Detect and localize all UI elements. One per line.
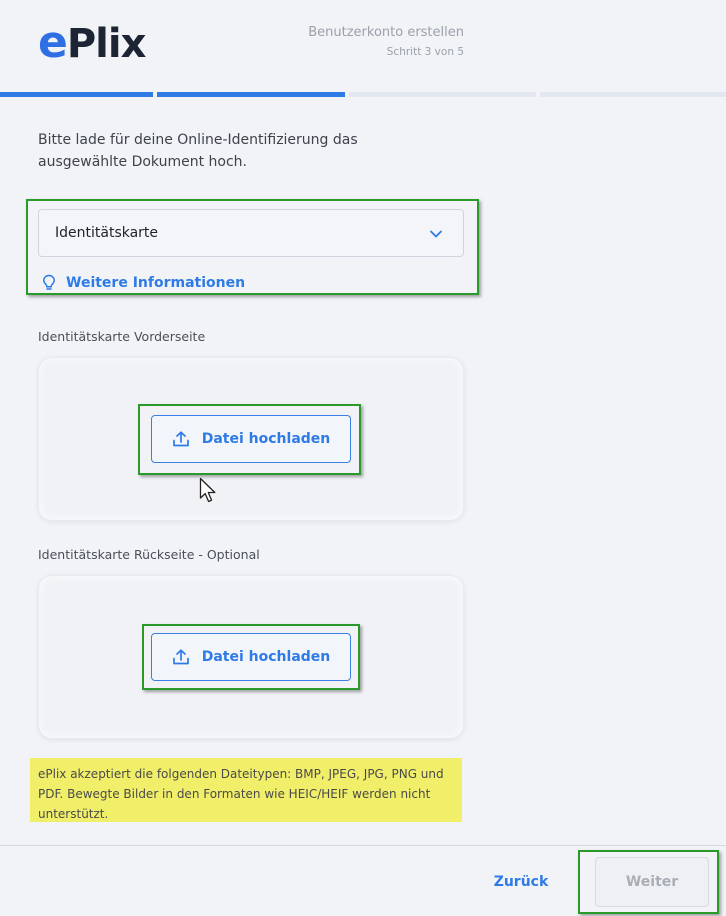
lightbulb-icon	[43, 274, 55, 290]
back-upload-label: Datei hochladen	[201, 649, 331, 665]
front-upload-label: Datei hochladen	[201, 431, 331, 447]
header-titles: Benutzerkonto erstellen Schritt 3 von 5	[290, 24, 464, 59]
progress-bar	[0, 92, 726, 97]
logo-e: e	[38, 17, 68, 68]
step-indicator: Schritt 3 von 5	[386, 46, 464, 58]
back-side-label: Identitätskarte Rückseite - Optional	[38, 547, 260, 562]
mouse-cursor-icon	[199, 477, 216, 503]
more-info-label: Weitere Informationen	[66, 275, 246, 291]
document-type-select[interactable]: Identitätskarte	[38, 209, 464, 257]
back-button[interactable]: Zurück	[488, 866, 554, 898]
next-button[interactable]: Weiter	[595, 857, 709, 907]
chevron-down-icon	[430, 230, 442, 238]
file-type-notice: ePlix akzeptiert die folgenden Dateitype…	[30, 758, 462, 822]
progress-segment-4	[540, 92, 726, 97]
page-title: Benutzerkonto erstellen	[308, 25, 464, 40]
upload-icon	[172, 431, 189, 447]
progress-segment-3	[349, 92, 536, 97]
intro-text: Bitte lade für deine Online-Identifizier…	[38, 132, 358, 170]
front-side-label: Identitätskarte Vorderseite	[38, 329, 206, 344]
back-upload-button[interactable]: Datei hochladen	[151, 633, 351, 681]
progress-segment-1	[0, 92, 153, 97]
footer-divider	[0, 845, 726, 846]
progress-segment-2	[157, 92, 345, 97]
more-info-link[interactable]: Weitere Informationen	[42, 274, 245, 292]
front-upload-button[interactable]: Datei hochladen	[151, 415, 351, 463]
document-type-value: Identitätskarte	[55, 225, 159, 241]
eplix-logo: e Plix	[38, 17, 147, 68]
upload-icon	[172, 649, 189, 665]
logo-wordmark: Plix	[66, 21, 147, 67]
